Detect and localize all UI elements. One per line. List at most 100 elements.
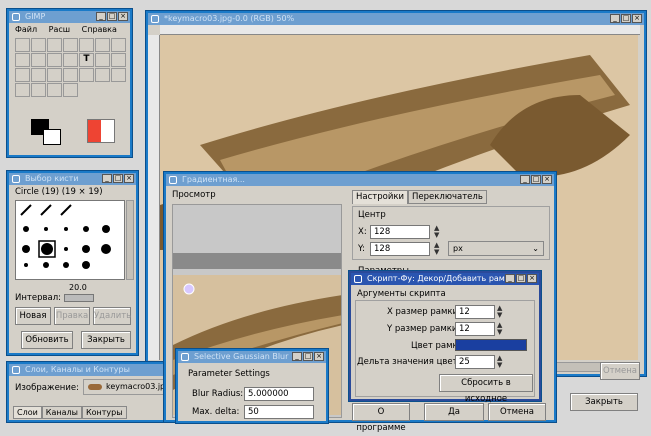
center-x-input[interactable]: 128 [370, 225, 430, 239]
text-icon[interactable]: T [79, 53, 94, 67]
image-window-titlebar[interactable]: *keymacro03.jpg-0.0 (RGB) 50% _ □ × [148, 13, 644, 25]
pencil-icon[interactable] [31, 68, 46, 82]
magnify-icon[interactable] [15, 53, 30, 67]
ellipse-select-icon[interactable] [31, 38, 46, 52]
brush-icon[interactable] [47, 68, 62, 82]
brush-titlebar[interactable]: Выбор кисти _ □ × [9, 173, 136, 185]
maximize-button[interactable]: □ [621, 14, 631, 23]
x-size-input[interactable]: 12 [455, 305, 495, 319]
close-button[interactable]: × [527, 274, 537, 283]
color-delta-input[interactable]: 25 [455, 355, 495, 369]
center-y-spinner-icon[interactable]: ▲ ▼ [434, 242, 442, 256]
tab-layers[interactable]: Слои [13, 406, 42, 419]
close-button[interactable]: × [314, 352, 324, 361]
image-close-button[interactable]: Закрыть [570, 393, 638, 411]
color-delta-label: Дельта значения цвета: [357, 357, 466, 367]
minimize-button[interactable]: _ [505, 274, 515, 283]
close-button[interactable]: × [118, 12, 128, 21]
toolbox-titlebar[interactable]: GIMP _ □ × [9, 11, 130, 23]
convolve-icon[interactable] [15, 83, 30, 97]
menu-help[interactable]: Справка [82, 25, 117, 34]
smudge-icon[interactable] [31, 83, 46, 97]
blur-radius-input[interactable]: 5.000000 [244, 387, 314, 401]
close-button[interactable]: × [124, 174, 134, 183]
bg-color-swatch[interactable] [43, 129, 61, 145]
clone-icon[interactable] [111, 68, 126, 82]
tab-switches[interactable]: Переключатель [408, 190, 487, 204]
close-button[interactable]: × [632, 14, 642, 23]
minimize-button[interactable]: _ [520, 175, 530, 184]
reset-button[interactable]: Сбросить в исходное [439, 374, 533, 404]
minimize-button[interactable]: _ [96, 12, 106, 21]
maximize-button[interactable]: □ [107, 12, 117, 21]
image-selector[interactable]: keymacro03.jpg [83, 379, 173, 395]
vertical-ruler [148, 35, 160, 360]
minimize-button[interactable]: _ [102, 174, 112, 183]
new-brush-button[interactable]: Новая [15, 307, 51, 325]
scissors-icon[interactable] [95, 38, 110, 52]
window-menu-icon[interactable] [169, 176, 177, 184]
dodge-icon[interactable] [47, 83, 62, 97]
layers-titlebar[interactable]: Слои, Каналы и Контуры [9, 364, 165, 376]
fuzzy-select-icon[interactable] [63, 38, 78, 52]
refresh-button[interactable]: Обновить [21, 331, 73, 349]
tab-channels[interactable]: Каналы [41, 406, 82, 419]
maximize-button[interactable]: □ [113, 174, 123, 183]
measure-icon[interactable] [63, 83, 78, 97]
minimize-button[interactable]: _ [292, 352, 302, 361]
maximize-button[interactable]: □ [303, 352, 313, 361]
selective-blur-titlebar[interactable]: Selective Gaussian Blur _ □ × [178, 351, 326, 363]
border-color-button[interactable] [455, 339, 527, 351]
window-menu-icon[interactable] [181, 353, 189, 361]
center-x-spinner-icon[interactable]: ▲ ▼ [434, 225, 442, 239]
center-x-label: X: [358, 227, 367, 237]
y-size-spinner-icon[interactable]: ▲ ▼ [497, 322, 505, 336]
tab-paths[interactable]: Контуры [81, 406, 127, 419]
airbrush-icon[interactable] [79, 68, 94, 82]
flip-icon[interactable] [63, 53, 78, 67]
interval-slider[interactable] [64, 294, 94, 302]
fill-icon[interactable] [111, 53, 126, 67]
image-label: Изображение: [15, 383, 79, 393]
delete-brush-button[interactable]: Удалить [93, 307, 131, 325]
image-cancel-button[interactable]: Отмена [600, 362, 640, 380]
window-menu-icon[interactable] [354, 275, 362, 283]
rect-select-icon[interactable] [15, 38, 30, 52]
close-button[interactable]: × [542, 175, 552, 184]
close-brush-button[interactable]: Закрыть [81, 331, 131, 349]
maximize-button[interactable]: □ [516, 274, 526, 283]
lasso-icon[interactable] [47, 38, 62, 52]
script-fu-titlebar[interactable]: Скрипт-Фу: Декор/Добавить рамку _ □ × [351, 273, 539, 285]
brush-grid[interactable] [15, 200, 125, 280]
gradient-icon[interactable] [15, 68, 30, 82]
center-y-input[interactable]: 128 [370, 242, 430, 256]
crop-icon[interactable] [31, 53, 46, 67]
about-button[interactable]: О программе [352, 403, 410, 433]
bezier-icon[interactable] [79, 38, 94, 52]
active-brush-preview[interactable] [87, 119, 115, 143]
y-size-input[interactable]: 12 [455, 322, 495, 336]
brush-grid-scrollbar[interactable] [126, 200, 134, 280]
interval-label: Интервал: [15, 293, 62, 303]
maximize-button[interactable]: □ [531, 175, 541, 184]
ink-icon[interactable] [95, 68, 110, 82]
tab-settings[interactable]: Настройки [352, 190, 409, 204]
move-icon[interactable] [111, 38, 126, 52]
max-delta-input[interactable]: 50 [244, 405, 314, 419]
window-menu-icon[interactable] [12, 175, 20, 183]
brush-title: Выбор кисти [25, 174, 79, 183]
transform-icon[interactable] [47, 53, 62, 67]
eraser-icon[interactable] [63, 68, 78, 82]
picker-icon[interactable] [95, 53, 110, 67]
menu-extensions[interactable]: Расш [49, 25, 70, 34]
x-size-spinner-icon[interactable]: ▲ ▼ [497, 305, 505, 319]
color-delta-spinner-icon[interactable]: ▲ ▼ [497, 355, 505, 369]
edit-brush-button[interactable]: Правка [54, 307, 90, 325]
window-menu-icon[interactable] [12, 366, 20, 374]
menu-file[interactable]: Файл [15, 25, 37, 34]
window-menu-icon[interactable] [151, 15, 159, 23]
unit-select[interactable]: px ⌄ [448, 241, 544, 256]
minimize-button[interactable]: _ [610, 14, 620, 23]
gradient-titlebar[interactable]: Градиентная... _ □ × [166, 174, 554, 186]
window-menu-icon[interactable] [12, 13, 20, 21]
